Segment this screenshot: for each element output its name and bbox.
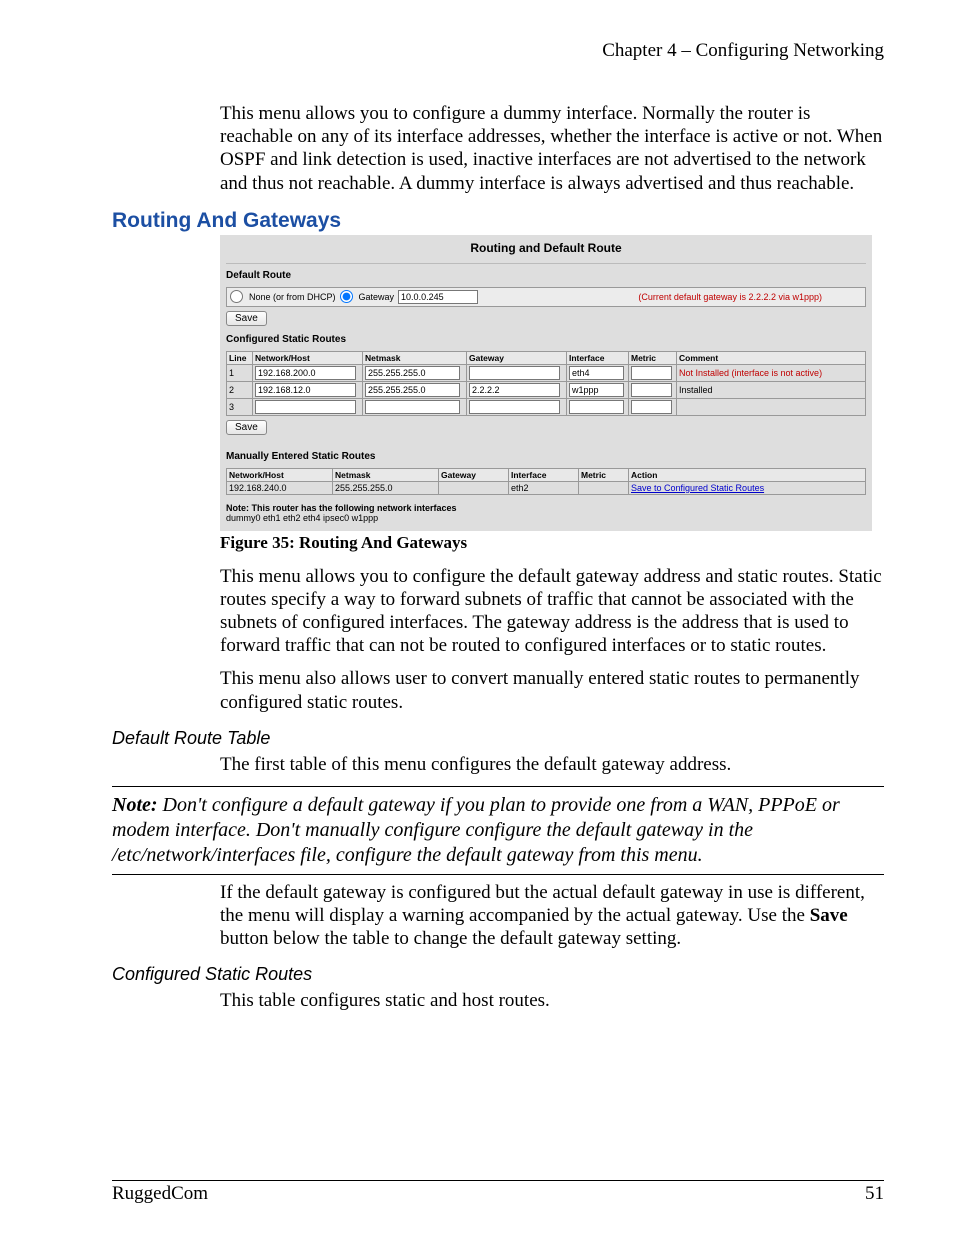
csr-mask-input[interactable] bbox=[365, 383, 460, 397]
footer-right: 51 bbox=[865, 1183, 884, 1205]
mesr-mask: 255.255.255.0 bbox=[333, 481, 439, 494]
section-heading: Routing And Gateways bbox=[112, 209, 884, 233]
subsection-default-route-table: Default Route Table bbox=[112, 728, 884, 749]
sub1-body2-bold: Save bbox=[810, 905, 848, 926]
footer-left: RuggedCom bbox=[112, 1183, 208, 1205]
mesr-gw bbox=[439, 481, 509, 494]
figure-screenshot: Routing and Default Route Default Route … bbox=[220, 235, 872, 531]
gateway-status: (Current default gateway is 2.2.2.2 via … bbox=[638, 292, 862, 302]
csr-row: 3 bbox=[227, 398, 866, 415]
mesr-col-gw: Gateway bbox=[439, 468, 509, 481]
csr-comment: Installed bbox=[677, 381, 866, 398]
sub1-body2-post: button below the table to change the def… bbox=[220, 928, 681, 949]
csr-if-input[interactable] bbox=[569, 400, 624, 414]
mesr-col-if: Interface bbox=[509, 468, 579, 481]
mesr-table: Network/Host Netmask Gateway Interface M… bbox=[226, 468, 866, 495]
figure-note-line2: dummy0 eth1 eth2 eth4 ipsec0 w1ppp bbox=[226, 513, 866, 523]
csr-col-line: Line bbox=[227, 351, 253, 364]
subsection-configured-static-routes: Configured Static Routes bbox=[112, 964, 884, 985]
csr-col-gw: Gateway bbox=[467, 351, 567, 364]
csr-gw-input[interactable] bbox=[469, 366, 560, 380]
radio-none[interactable] bbox=[230, 290, 243, 303]
mesr-action-link[interactable]: Save to Configured Static Routes bbox=[631, 483, 764, 493]
default-route-heading: Default Route bbox=[226, 270, 866, 281]
csr-row: 2 Installed bbox=[227, 381, 866, 398]
figure-note-line1: Note: This router has the following netw… bbox=[226, 503, 866, 513]
csr-col-comment: Comment bbox=[677, 351, 866, 364]
csr-if-input[interactable] bbox=[569, 383, 624, 397]
mesr-row: 192.168.240.0 255.255.255.0 eth2 Save to… bbox=[227, 481, 866, 494]
csr-metric-input[interactable] bbox=[631, 383, 672, 397]
sub1-body2-pre: If the default gateway is configured but… bbox=[220, 882, 865, 926]
mesr-if: eth2 bbox=[509, 481, 579, 494]
default-route-row: None (or from DHCP) Gateway (Current def… bbox=[226, 287, 866, 307]
mesr-col-metric: Metric bbox=[579, 468, 629, 481]
mesr-heading: Manually Entered Static Routes bbox=[226, 451, 866, 462]
csr-header-row: Line Network/Host Netmask Gateway Interf… bbox=[227, 351, 866, 364]
panel-title: Routing and Default Route bbox=[226, 237, 866, 264]
csr-line: 1 bbox=[227, 364, 253, 381]
body-para-3: This menu also allows user to convert ma… bbox=[220, 667, 884, 713]
csr-metric-input[interactable] bbox=[631, 400, 672, 414]
csr-col-if: Interface bbox=[567, 351, 629, 364]
mesr-net: 192.168.240.0 bbox=[227, 481, 333, 494]
gateway-input[interactable] bbox=[398, 290, 478, 304]
csr-line: 2 bbox=[227, 381, 253, 398]
csr-heading: Configured Static Routes bbox=[226, 334, 866, 345]
csr-net-input[interactable] bbox=[255, 400, 356, 414]
csr-save-button[interactable]: Save bbox=[226, 420, 267, 435]
csr-mask-input[interactable] bbox=[365, 400, 460, 414]
csr-if-input[interactable] bbox=[569, 366, 624, 380]
csr-gw-input[interactable] bbox=[469, 383, 560, 397]
csr-table: Line Network/Host Netmask Gateway Interf… bbox=[226, 351, 866, 416]
figure-caption: Figure 35: Routing And Gateways bbox=[220, 533, 884, 553]
csr-col-mask: Netmask bbox=[363, 351, 467, 364]
mesr-col-net: Network/Host bbox=[227, 468, 333, 481]
mesr-col-mask: Netmask bbox=[333, 468, 439, 481]
note-rule-bottom bbox=[112, 874, 884, 875]
note-prefix: Note: bbox=[112, 794, 158, 816]
note-text: Don't configure a default gateway if you… bbox=[112, 794, 840, 866]
default-route-save-button[interactable]: Save bbox=[226, 311, 267, 326]
note-block: Note: Don't configure a default gateway … bbox=[112, 793, 884, 868]
csr-row: 1 Not Installed (interface is not active… bbox=[227, 364, 866, 381]
csr-line: 3 bbox=[227, 398, 253, 415]
radio-none-label: None (or from DHCP) bbox=[249, 292, 336, 302]
mesr-col-action: Action bbox=[629, 468, 866, 481]
note-rule-top bbox=[112, 786, 884, 787]
mesr-metric bbox=[579, 481, 629, 494]
intro-paragraph: This menu allows you to configure a dumm… bbox=[220, 102, 884, 195]
mesr-header-row: Network/Host Netmask Gateway Interface M… bbox=[227, 468, 866, 481]
csr-mask-input[interactable] bbox=[365, 366, 460, 380]
csr-col-metric: Metric bbox=[629, 351, 677, 364]
csr-comment: Not Installed (interface is not active) bbox=[677, 364, 866, 381]
footer-rule bbox=[112, 1180, 884, 1181]
csr-metric-input[interactable] bbox=[631, 366, 672, 380]
sub1-body2: If the default gateway is configured but… bbox=[220, 881, 884, 951]
sub1-body: The first table of this menu configures … bbox=[220, 753, 884, 776]
csr-net-input[interactable] bbox=[255, 366, 356, 380]
csr-col-net: Network/Host bbox=[253, 351, 363, 364]
csr-comment bbox=[677, 398, 866, 415]
csr-net-input[interactable] bbox=[255, 383, 356, 397]
footer: RuggedCom 51 bbox=[112, 1183, 884, 1205]
chapter-header: Chapter 4 – Configuring Networking bbox=[112, 40, 884, 62]
radio-gateway-label: Gateway bbox=[359, 292, 395, 302]
csr-gw-input[interactable] bbox=[469, 400, 560, 414]
sub2-body: This table configures static and host ro… bbox=[220, 989, 884, 1012]
body-para-2: This menu allows you to configure the de… bbox=[220, 565, 884, 658]
radio-gateway[interactable] bbox=[340, 290, 353, 303]
